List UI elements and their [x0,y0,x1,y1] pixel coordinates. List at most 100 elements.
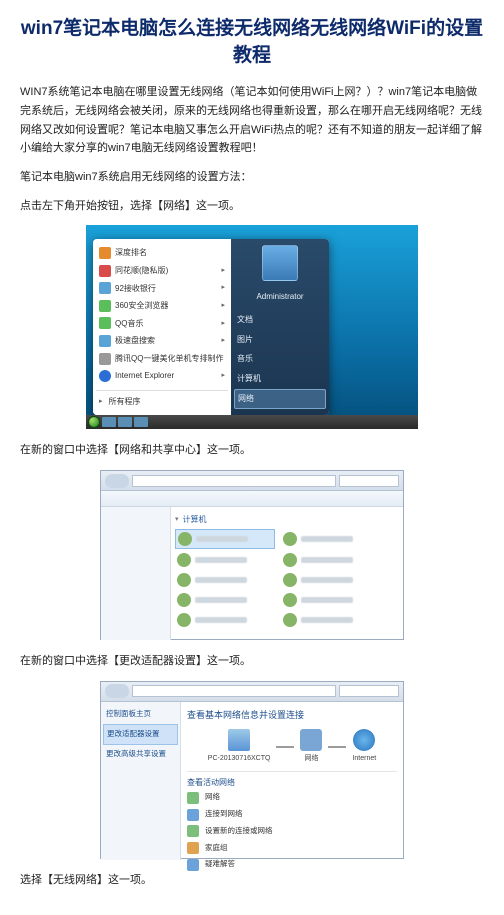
explorer-item[interactable] [281,591,381,609]
start-menu-left: 深度排名 同花顺(隐私版) ▸ 92接收银行▸ 360安全浏览器▸ QQ音乐 ▸ 极… [93,239,231,415]
task-item[interactable]: 设置新的连接或网络 [187,823,397,840]
explorer-item[interactable] [281,611,381,629]
map-connector [328,746,346,748]
explorer-main: ▾计算机 [171,507,403,640]
sm-label: 极速盘搜索 [115,334,155,348]
node-network: 网络 [300,729,322,765]
sm-right-item[interactable]: 图片 [237,330,323,350]
task-label: 设置新的连接或网络 [205,825,273,838]
app-icon [99,335,111,347]
address-bar[interactable] [132,475,336,487]
setup-icon [187,825,199,837]
taskbar-icon[interactable] [134,417,148,427]
chevron-right-icon: ▸ [221,318,225,330]
group-header[interactable]: ▾计算机 [175,511,399,529]
window-toolbar [101,682,403,702]
connect-icon [187,809,199,821]
sm-item[interactable]: 同花顺(隐私版) ▸ [96,262,228,280]
computer-icon [283,532,297,546]
sm-item[interactable]: 360安全浏览器▸ [96,297,228,315]
explorer-body: ▾计算机 [101,507,403,640]
ie-icon [99,370,111,382]
computer-icon [283,573,297,587]
explorer-item[interactable] [175,529,275,549]
task-label: 家庭组 [205,842,228,855]
blurred-name [195,617,247,623]
app-icon [99,300,111,312]
step-1-text: 点击左下角开始按钮，选择【网络】这一项。 [20,197,484,216]
sm-item[interactable]: Internet Explorer ▸ [96,367,228,385]
explorer-item[interactable] [175,571,275,589]
task-list: 网络 连接到网络 设置新的连接或网络 家庭组 疑难解答 [187,789,397,873]
task-label: 疑难解答 [205,858,235,871]
blurred-name [301,617,353,623]
sidebar-link-adapters[interactable]: 更改适配器设置 [103,724,178,745]
sm-all-programs[interactable]: ▸所有程序 [96,390,228,411]
explorer-item[interactable] [175,551,275,569]
chevron-right-icon: ▸ [221,265,225,277]
explorer-item[interactable] [281,571,381,589]
homegroup-icon [187,842,199,854]
method-heading: 笔记本电脑win7系统启用无线网络的设置方法： [20,168,484,187]
sm-right-item[interactable]: 音乐 [237,349,323,369]
sm-label: 所有程序 [109,395,141,409]
globe-icon [353,729,375,751]
sidebar-link-sharing[interactable]: 更改高级共享设置 [106,745,175,764]
task-label: 连接到网络 [205,808,243,821]
start-orb[interactable] [88,416,100,428]
blurred-name [196,536,248,542]
task-item[interactable]: 网络 [187,789,397,806]
sm-label: QQ音乐 [115,317,143,331]
network-main: 查看基本网络信息并设置连接 PC-20130716XCTQ 网络 Interne… [181,702,403,860]
nav-arrows[interactable] [105,684,129,698]
active-networks: 查看活动网络 网络 连接到网络 设置新的连接或网络 家庭组 疑难解答 [187,771,397,873]
network-sidebar: 控制面板主页 更改适配器设置 更改高级共享设置 [101,702,181,860]
panel-heading: 查看基本网络信息并设置连接 [187,708,397,723]
explorer-item[interactable] [175,611,275,629]
network-body: 控制面板主页 更改适配器设置 更改高级共享设置 查看基本网络信息并设置连接 PC… [101,702,403,860]
node-label: PC-20130716XCTQ [208,755,271,762]
step-3-text: 在新的窗口中选择【更改适配器设置】这一项。 [20,652,484,671]
task-item[interactable]: 家庭组 [187,840,397,857]
task-item[interactable]: 疑难解答 [187,856,397,873]
sm-right-item-network[interactable]: 网络 [234,389,326,409]
section-title: 查看活动网络 [187,776,397,790]
screenshot-network-center: 控制面板主页 更改适配器设置 更改高级共享设置 查看基本网络信息并设置连接 PC… [100,681,404,859]
blurred-name [301,536,353,542]
map-connector [276,746,294,748]
user-name: Administrator [237,287,323,307]
pc-icon [228,729,250,751]
computer-icon [283,593,297,607]
app-icon [99,247,111,259]
blurred-name [301,597,353,603]
sm-label: Internet Explorer [115,369,174,383]
sm-right-item[interactable]: 计算机 [237,369,323,389]
chevron-right-icon: ▸ [221,370,225,382]
chevron-down-icon: ▾ [175,514,179,526]
computer-icon [178,532,192,546]
taskbar-icon[interactable] [102,417,116,427]
explorer-command-bar [101,491,403,507]
sm-right-item[interactable]: 文档 [237,310,323,330]
task-item[interactable]: 连接到网络 [187,806,397,823]
taskbar [86,415,418,429]
search-box[interactable] [339,475,399,487]
explorer-item[interactable] [175,591,275,609]
sm-item[interactable]: 极速盘搜索▸ [96,332,228,350]
sm-item[interactable]: QQ音乐 ▸ [96,315,228,333]
nav-arrows[interactable] [105,474,129,488]
repair-icon [187,859,199,871]
address-bar[interactable] [132,685,336,697]
start-menu: 深度排名 同花顺(隐私版) ▸ 92接收银行▸ 360安全浏览器▸ QQ音乐 ▸ 极… [93,239,329,415]
sm-item[interactable]: 腾讯QQ一键美化单机专排制作 [96,350,228,368]
sm-item[interactable]: 92接收银行▸ [96,280,228,298]
taskbar-icon[interactable] [118,417,132,427]
sm-item[interactable]: 深度排名 [96,244,228,262]
chevron-right-icon: ▸ [221,300,225,312]
user-avatar [262,245,298,281]
search-box[interactable] [339,685,399,697]
explorer-item[interactable] [281,551,381,569]
explorer-item[interactable] [281,529,381,549]
items-grid [175,529,399,629]
sm-label: 同花顺(隐私版) [115,264,168,278]
